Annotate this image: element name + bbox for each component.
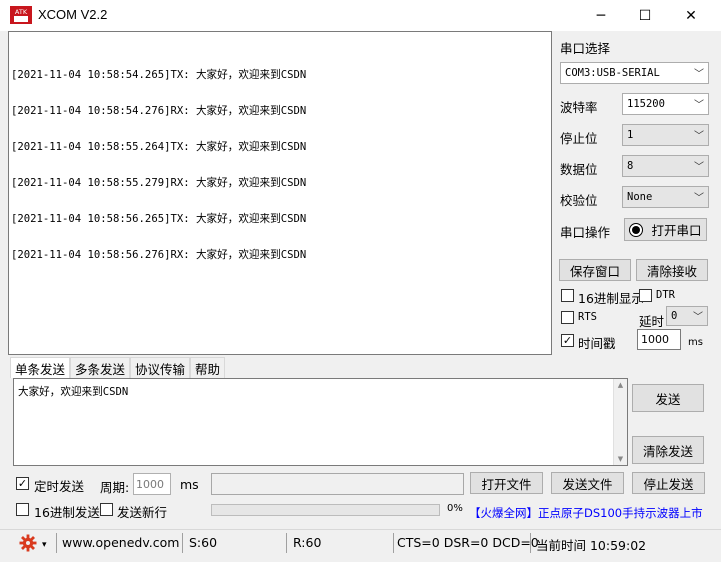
stopbits-label: 停止位 (560, 131, 598, 146)
port-status-icon (629, 222, 644, 237)
hex-display-checkbox[interactable] (561, 289, 574, 302)
stopbits-select[interactable]: 1 ﹀ (622, 124, 709, 146)
parity-value: None (627, 191, 653, 203)
send-input[interactable]: 大家好，欢迎来到CSDN ▲ ▼ (13, 378, 628, 466)
baud-label: 波特率 (560, 100, 598, 115)
receive-line: [2021-11-04 10:58:55.279]RX: 大家好，欢迎来到CSD… (11, 177, 307, 189)
minimize-button[interactable]: ─ (578, 0, 624, 31)
status-bar: ▾ www.openedv.com S:60 R:60 CTS=0 DSR=0 … (0, 529, 721, 555)
databits-label: 数据位 (560, 162, 598, 177)
window-title: XCOM V2.2 (38, 7, 108, 22)
baud-value: 115200 (627, 98, 665, 110)
status-separator (182, 533, 183, 553)
open-port-label: 打开串口 (651, 223, 702, 238)
send-newline-checkbox[interactable] (100, 503, 113, 516)
hex-send-label: 16进制发送 (34, 505, 100, 520)
open-file-button[interactable]: 打开文件 (470, 472, 543, 494)
dtr-label: DTR (656, 289, 675, 301)
gear-icon[interactable] (19, 534, 37, 552)
hex-display-label: 16进制显示 (578, 291, 644, 306)
status-separator (393, 533, 394, 553)
rts-checkbox[interactable] (561, 311, 574, 324)
receive-line: [2021-11-04 10:58:55.264]TX: 大家好，欢迎来到CSD… (11, 141, 307, 153)
timestamp-label: 时间戳 (578, 336, 616, 351)
receive-line: [2021-11-04 10:58:56.276]RX: 大家好，欢迎来到CSD… (11, 249, 307, 261)
parity-label: 校验位 (560, 193, 598, 208)
send-file-button[interactable]: 发送文件 (551, 472, 624, 494)
minimize-icon: ─ (596, 7, 606, 24)
title-bar: ATK XCOM V2.2 ─ ☐ ✕ (0, 0, 721, 31)
receive-output[interactable]: [2021-11-04 10:58:54.265]TX: 大家好，欢迎来到CSD… (8, 31, 552, 355)
chevron-down-icon: ﹀ (693, 312, 703, 323)
receive-line: [2021-11-04 10:58:56.265]TX: 大家好，欢迎来到CSD… (11, 213, 307, 225)
line-status: CTS=0 DSR=0 DCD=0 (397, 535, 539, 550)
stop-send-button[interactable]: 停止发送 (632, 472, 705, 494)
chevron-down-icon: ﹀ (694, 100, 704, 111)
port-op-label: 串口操作 (560, 225, 611, 240)
send-progress-text: 0% (447, 503, 463, 514)
app-icon: ATK (10, 6, 32, 24)
stopbits-value: 1 (627, 129, 634, 141)
scroll-down-icon: ▼ (617, 455, 624, 463)
tab-help[interactable]: 帮助 (190, 357, 226, 378)
period-label: 周期: (100, 480, 130, 495)
app-icon-text: ATK (15, 8, 28, 16)
scroll-up-icon: ▲ (617, 381, 624, 389)
status-separator (286, 533, 287, 553)
send-input-scrollbar[interactable]: ▲ ▼ (613, 379, 627, 465)
rts-label: RTS (578, 311, 597, 323)
port-select[interactable]: COM3:USB-SERIAL ﹀ (560, 62, 709, 84)
parity-select[interactable]: None ﹀ (622, 186, 709, 208)
close-button[interactable]: ✕ (668, 0, 714, 31)
chevron-down-icon: ﹀ (694, 193, 704, 204)
databits-select[interactable]: 8 ﹀ (622, 155, 709, 177)
timed-send-checkbox[interactable]: ✓ (16, 477, 29, 490)
tab-multi-send[interactable]: 多条发送 (70, 357, 131, 378)
chevron-down-icon: ﹀ (694, 69, 704, 80)
receive-line: [2021-11-04 10:58:54.265]TX: 大家好，欢迎来到CSD… (11, 69, 307, 81)
website-link[interactable]: www.openedv.com (62, 535, 179, 550)
ad-link[interactable]: 【火爆全网】正点原子DS100手持示波器上市 (469, 505, 703, 521)
delay-select[interactable]: 0 ﹀ (666, 306, 708, 326)
timestamp-unit: ms (688, 337, 703, 348)
file-path-input[interactable] (211, 473, 464, 495)
clear-send-button[interactable]: 清除发送 (632, 436, 704, 464)
chevron-down-icon: ﹀ (694, 131, 704, 142)
period-input[interactable]: 1000 (133, 473, 171, 495)
tab-protocol[interactable]: 协议传输 (130, 357, 191, 378)
status-separator (56, 533, 57, 553)
send-button[interactable]: 发送 (632, 384, 704, 412)
status-separator (530, 533, 531, 553)
sent-count: S:60 (189, 535, 218, 550)
send-progress-bar (211, 504, 440, 516)
baud-select[interactable]: 115200 ﹀ (622, 93, 709, 115)
close-icon: ✕ (685, 7, 697, 24)
save-window-button[interactable]: 保存窗口 (559, 259, 631, 281)
send-tabs: 单条发送 多条发送 协议传输 帮助 (10, 357, 226, 378)
port-select-value: COM3:USB-SERIAL (565, 67, 660, 79)
received-count: R:60 (293, 535, 322, 550)
timed-send-label: 定时发送 (34, 479, 85, 494)
dtr-checkbox[interactable] (639, 289, 652, 302)
receive-line: [2021-11-04 10:58:54.276]RX: 大家好，欢迎来到CSD… (11, 105, 307, 117)
gear-menu-chevron-icon[interactable]: ▾ (42, 540, 47, 550)
clear-receive-button[interactable]: 清除接收 (636, 259, 708, 281)
open-port-button[interactable]: 打开串口 (624, 218, 707, 241)
send-newline-label: 发送新行 (117, 505, 168, 520)
period-unit: ms (180, 477, 199, 492)
hex-send-checkbox[interactable] (16, 503, 29, 516)
port-select-label: 串口选择 (560, 41, 611, 56)
maximize-button[interactable]: ☐ (622, 0, 668, 31)
databits-value: 8 (627, 160, 634, 172)
current-time: 当前时间 10:59:02 (536, 538, 647, 553)
delay-value: 0 (671, 310, 678, 322)
timestamp-ms-input[interactable]: 1000 (637, 329, 681, 350)
timestamp-checkbox[interactable]: ✓ (561, 334, 574, 347)
tab-single-send[interactable]: 单条发送 (10, 357, 71, 378)
delay-label: 延时 (639, 314, 665, 329)
send-input-text: 大家好，欢迎来到CSDN (18, 386, 129, 398)
maximize-icon: ☐ (638, 7, 652, 24)
chevron-down-icon: ﹀ (694, 162, 704, 173)
receive-lines: [2021-11-04 10:58:54.265]TX: 大家好，欢迎来到CSD… (11, 45, 306, 285)
